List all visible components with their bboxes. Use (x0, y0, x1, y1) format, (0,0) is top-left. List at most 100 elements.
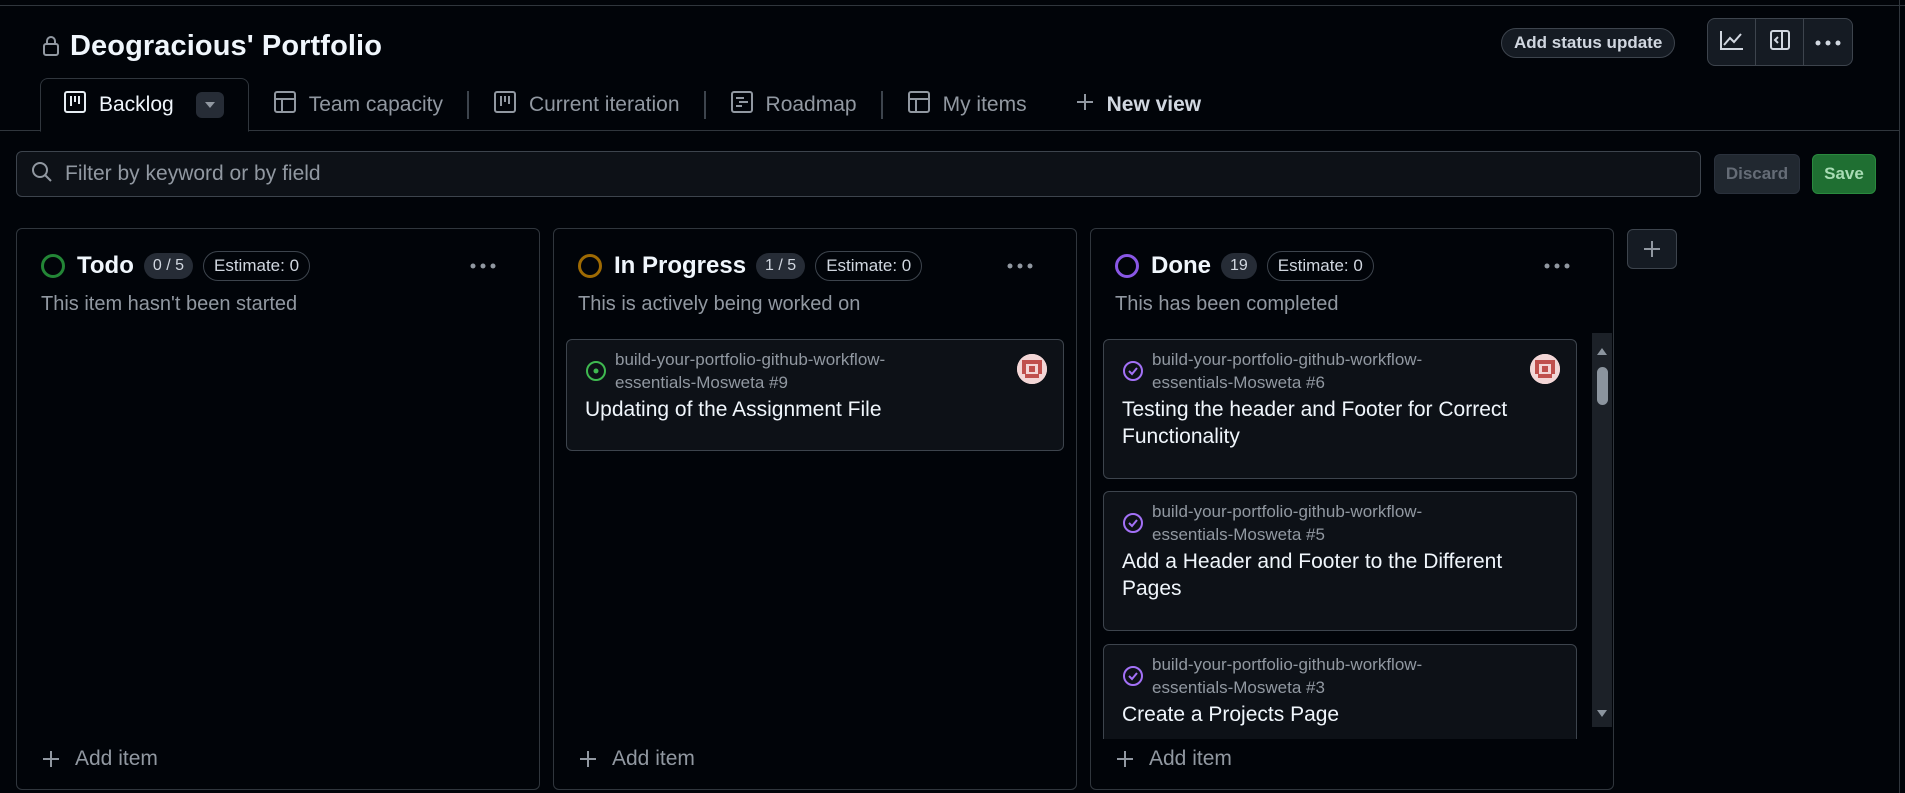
column-header: Todo 0 / 5 Estimate: 0 (41, 251, 311, 281)
view-tabs: Backlog Team capacity Current iteration … (40, 78, 1225, 132)
issue-card[interactable]: build-your-portfolio-github-workflow- es… (1103, 644, 1577, 739)
avatar[interactable] (1530, 354, 1560, 384)
repo-line: essentials-Mosweta #3 (1152, 678, 1325, 697)
issue-title[interactable]: Create a Projects Page (1122, 701, 1542, 728)
issue-closed-icon (1122, 512, 1144, 534)
plus-icon (1075, 92, 1095, 118)
issue-repo[interactable]: build-your-portfolio-github-workflow- es… (1152, 500, 1492, 546)
column-description: This is actively being worked on (578, 293, 861, 315)
tab-label: Roadmap (765, 93, 857, 116)
estimate-badge: Estimate: 0 (203, 251, 311, 281)
estimate-badge: Estimate: 0 (815, 251, 923, 281)
tab-label: My items (942, 93, 1027, 116)
status-circle-icon (41, 254, 65, 278)
plus-icon (580, 751, 596, 767)
column-menu-button[interactable] (463, 251, 503, 281)
issue-repo[interactable]: build-your-portfolio-github-workflow- es… (1152, 348, 1492, 394)
side-panel-button[interactable] (1756, 19, 1804, 65)
new-view-button[interactable]: New view (1051, 78, 1226, 132)
filter-input[interactable] (65, 162, 1665, 186)
repo-line: build-your-portfolio-github-workflow- (1152, 350, 1423, 369)
kebab-horizontal-icon (1815, 33, 1841, 51)
add-item-label: Add item (612, 747, 695, 770)
add-column-button[interactable] (1627, 229, 1677, 269)
discard-button[interactable]: Discard (1714, 154, 1800, 194)
column-description: This has been completed (1115, 293, 1339, 315)
table-icon (907, 90, 931, 120)
status-circle-icon (1115, 254, 1139, 278)
column-header: In Progress 1 / 5 Estimate: 0 (578, 251, 923, 281)
column-title: Done (1151, 252, 1211, 279)
more-options-button[interactable] (1804, 19, 1852, 65)
avatar[interactable] (1017, 354, 1047, 384)
issue-card[interactable]: build-your-portfolio-github-workflow- es… (1103, 491, 1577, 631)
triangle-down-icon (204, 102, 215, 108)
repo-line: build-your-portfolio-github-workflow- (615, 350, 886, 369)
plus-icon (1644, 241, 1660, 257)
board-icon (63, 90, 87, 120)
add-item-label: Add item (75, 747, 158, 770)
tab-label: Team capacity (308, 93, 443, 116)
item-count-badge: 0 / 5 (143, 253, 193, 279)
issue-repo[interactable]: build-your-portfolio-github-workflow- es… (1152, 653, 1492, 699)
save-button[interactable]: Save (1812, 154, 1876, 194)
add-item-label: Add item (1149, 747, 1232, 770)
tab-team-capacity[interactable]: Team capacity (249, 78, 467, 132)
column-header: Done 19 Estimate: 0 (1115, 251, 1374, 281)
column-description: This item hasn't been started (41, 293, 298, 315)
insights-button[interactable] (1708, 19, 1756, 65)
item-count-badge: 19 (1221, 253, 1257, 279)
project-header: Deogracious' Portfolio (40, 26, 382, 66)
sidebar-expand-icon (1769, 29, 1791, 56)
board-icon (493, 90, 517, 120)
issue-card[interactable]: build-your-portfolio-github-workflow- es… (1103, 339, 1577, 479)
issue-title[interactable]: Updating of the Assignment File (585, 396, 1015, 423)
issue-title[interactable]: Add a Header and Footer to the Different… (1122, 548, 1542, 602)
cards-scroll-area[interactable]: build-your-portfolio-github-workflow- es… (1091, 339, 1615, 739)
repo-line: build-your-portfolio-github-workflow- (1152, 655, 1423, 674)
table-icon (273, 90, 297, 120)
tab-label: New view (1106, 93, 1202, 116)
filter-bar (16, 151, 1701, 197)
add-item-button[interactable]: Add item (578, 743, 695, 775)
kebab-horizontal-icon (1544, 263, 1570, 269)
issue-open-icon (585, 360, 607, 382)
scrollbar-thumb[interactable] (1597, 367, 1608, 405)
issue-closed-icon (1122, 360, 1144, 382)
scroll-down-arrow-icon[interactable] (1596, 705, 1608, 723)
add-item-button[interactable]: Add item (41, 743, 158, 775)
plus-icon (43, 751, 59, 767)
issue-closed-icon (1122, 665, 1144, 687)
scrollbar[interactable] (1592, 333, 1612, 727)
column-title: In Progress (614, 252, 747, 279)
column-done: Done 19 Estimate: 0 This has been comple… (1090, 228, 1614, 790)
search-icon (31, 161, 53, 188)
repo-line: essentials-Mosweta #9 (615, 373, 788, 392)
add-item-button[interactable]: Add item (1115, 743, 1232, 775)
column-menu-button[interactable] (1000, 251, 1040, 281)
column-menu-button[interactable] (1537, 251, 1577, 281)
issue-repo[interactable]: build-your-portfolio-github-workflow- es… (615, 348, 955, 394)
issue-card[interactable]: build-your-portfolio-github-workflow- es… (566, 339, 1064, 451)
roadmap-icon (730, 90, 754, 120)
lock-icon (40, 33, 62, 59)
column-title: Todo (77, 252, 134, 279)
tab-my-items[interactable]: My items (883, 78, 1051, 132)
tab-label: Current iteration (528, 93, 680, 116)
item-count-badge: 1 / 5 (756, 253, 806, 279)
kebab-horizontal-icon (470, 263, 496, 269)
issue-title[interactable]: Testing the header and Footer for Correc… (1122, 396, 1542, 450)
estimate-badge: Estimate: 0 (1266, 251, 1374, 281)
tab-roadmap[interactable]: Roadmap (706, 78, 881, 132)
tab-current-iteration[interactable]: Current iteration (469, 78, 704, 132)
scroll-up-arrow-icon[interactable] (1596, 343, 1608, 361)
top-border (0, 0, 1905, 6)
status-circle-icon (578, 254, 602, 278)
tab-backlog[interactable]: Backlog (40, 78, 249, 132)
add-status-update-button[interactable]: Add status update (1501, 28, 1676, 58)
project-title: Deogracious' Portfolio (70, 29, 383, 62)
repo-line: essentials-Mosweta #5 (1152, 525, 1325, 544)
view-options-dropdown[interactable] (195, 92, 224, 118)
right-border (1899, 0, 1905, 793)
plus-icon (1117, 751, 1133, 767)
